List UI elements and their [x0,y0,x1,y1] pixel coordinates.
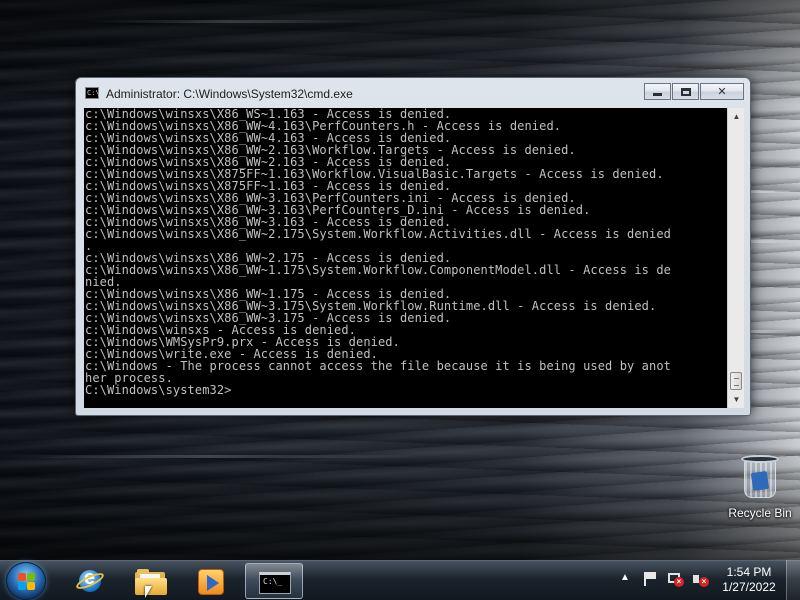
taskbar-media-player[interactable] [182,563,240,599]
console-line: c:\Windows - The process cannot access t… [85,359,671,373]
internet-explorer-icon [74,567,106,594]
clock-time: 1:54 PM [726,565,772,579]
volume-muted-icon[interactable]: × [692,571,709,587]
console-line: c:\Windows\winsxs\X86_WW~2.175\System.Wo… [85,227,671,241]
maximize-icon [673,84,698,99]
maximize-button[interactable] [672,83,699,100]
minimize-icon [645,84,670,99]
wallpaper-streak [80,20,380,23]
show-hidden-icons-chevron-icon[interactable]: ▲ [620,572,630,583]
window-titlebar[interactable]: C:\ Administrator: C:\Windows\System32\c… [76,78,750,108]
console-lines: c:\Windows\winsxs\X86_WS~1.163 - Access … [85,108,727,384]
clock-date: 1/27/2022 [722,580,776,594]
clock[interactable]: 1:54 PM 1/27/2022 [716,565,782,595]
command-prompt[interactable]: C:\Windows\system32> [85,384,727,396]
recycle-bin-icon[interactable] [740,452,780,500]
recycle-bin-label: Recycle Bin [728,506,792,520]
mouse-cursor-icon [145,586,152,598]
windows-logo-icon [18,573,36,591]
cmd-icon[interactable]: C:\ [85,87,100,99]
cmd-icon: C:\_ [259,572,291,594]
taskbar-internet-explorer[interactable] [60,563,118,599]
minimize-button[interactable] [644,83,671,100]
taskbar-cmd[interactable]: C:\_ [245,563,303,599]
prompt-text: C:\Windows\system32> [85,383,232,397]
scrollbar-thumb[interactable] [730,372,742,390]
console-output[interactable]: c:\Windows\winsxs\X86_WS~1.163 - Access … [84,108,727,408]
show-desktop-button[interactable] [786,560,800,600]
scroll-down-arrow-icon[interactable]: ▼ [728,391,745,408]
cmd-window[interactable]: C:\ Administrator: C:\Windows\System32\c… [75,77,751,416]
console-line: c:\Windows\winsxs\X86_WW~1.175\System.Wo… [85,263,671,277]
window-title: Administrator: C:\Windows\System32\cmd.e… [106,87,353,101]
scroll-up-arrow-icon[interactable]: ▲ [728,108,745,125]
network-disconnected-icon[interactable]: × [667,571,684,587]
recycle-bin[interactable]: Recycle Bin [724,452,796,520]
vertical-scrollbar[interactable]: ▲ ▼ [727,108,744,408]
media-player-icon [198,569,224,595]
close-icon: ✕ [717,86,727,98]
close-button[interactable]: ✕ [700,83,744,100]
caption-buttons: ✕ [643,83,744,100]
action-center-flag-icon[interactable] [642,571,658,587]
wallpaper-streak [0,455,420,458]
start-button[interactable] [6,562,46,600]
